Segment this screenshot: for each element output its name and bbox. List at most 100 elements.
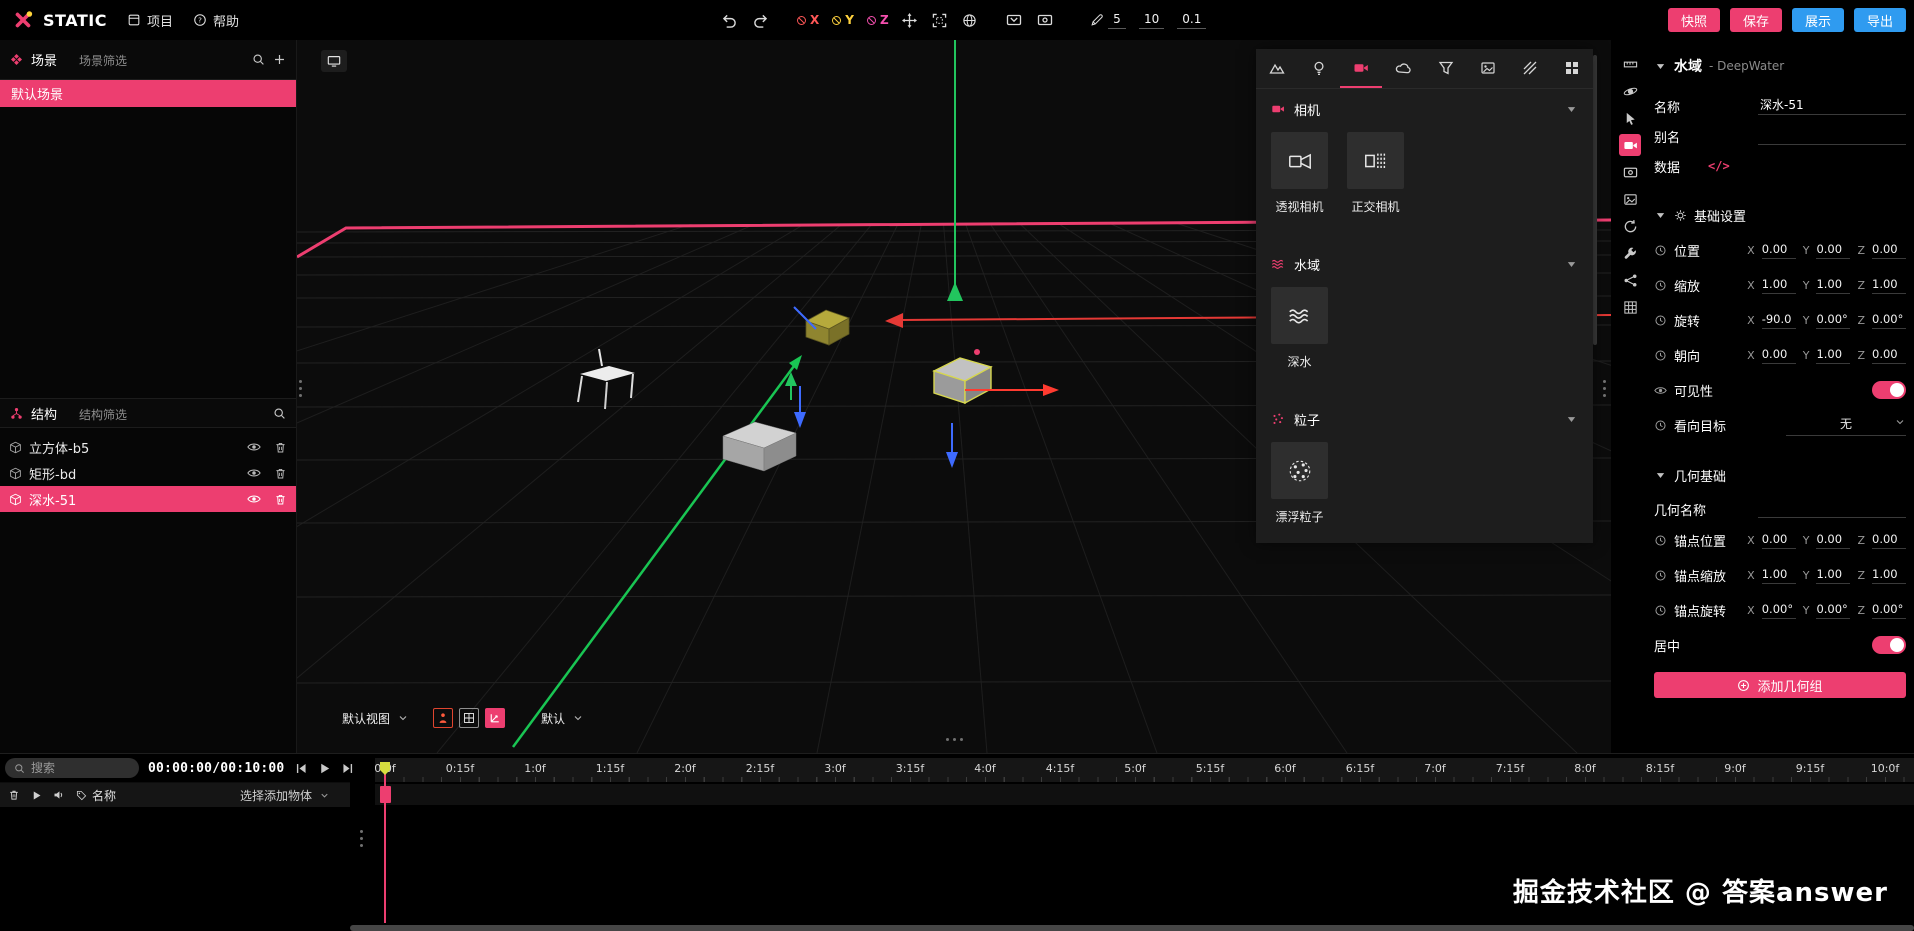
anchor-scale-x-value[interactable]: 1.00 bbox=[1761, 567, 1796, 584]
tab-weather-icon[interactable] bbox=[1382, 49, 1424, 88]
timeline-track[interactable] bbox=[375, 784, 1914, 805]
view-select[interactable]: 默认视图 bbox=[342, 710, 409, 727]
play-track-icon[interactable] bbox=[31, 790, 42, 801]
globe-tool-icon[interactable] bbox=[962, 13, 977, 28]
collapse-icon[interactable] bbox=[1654, 469, 1667, 482]
timeline-search[interactable] bbox=[5, 758, 139, 778]
move-tool-icon[interactable] bbox=[902, 13, 917, 28]
volume-icon[interactable] bbox=[53, 789, 65, 801]
cursor-icon[interactable] bbox=[1619, 107, 1641, 129]
anchor-position-y-value[interactable]: 0.00 bbox=[1816, 532, 1851, 549]
right-resize-handle[interactable] bbox=[1603, 380, 1606, 397]
direction-y-value[interactable]: 1.00 bbox=[1816, 347, 1851, 364]
library-item-ortho-camera[interactable]: 正交相机 bbox=[1347, 132, 1404, 215]
structure-item-rect[interactable]: 矩形-bd bbox=[0, 460, 296, 486]
screenshot-icon[interactable] bbox=[1619, 161, 1641, 183]
timeline-search-input[interactable] bbox=[31, 761, 130, 775]
measure-icon[interactable] bbox=[1619, 53, 1641, 75]
visibility-toggle-icon[interactable] bbox=[247, 466, 261, 480]
snapshot-button[interactable]: 快照 bbox=[1667, 8, 1720, 32]
section-collapse-icon[interactable] bbox=[1565, 258, 1578, 271]
delete-icon[interactable] bbox=[274, 441, 287, 454]
scale-z-value[interactable]: 1.00 bbox=[1872, 277, 1906, 294]
rotation-y-value[interactable]: 0.00° bbox=[1816, 312, 1851, 329]
center-toggle[interactable] bbox=[1872, 636, 1906, 654]
screen-fit-icon[interactable] bbox=[1006, 12, 1022, 28]
structure-search-icon[interactable] bbox=[273, 407, 286, 420]
pen-tool-icon[interactable] bbox=[1090, 13, 1104, 27]
name-field[interactable] bbox=[1758, 97, 1906, 115]
structure-item-cube[interactable]: 立方体-b5 bbox=[0, 434, 296, 460]
screen-record-icon[interactable] bbox=[1037, 12, 1053, 28]
scene-filter-input[interactable] bbox=[79, 54, 244, 68]
export-button[interactable]: 导出 bbox=[1853, 8, 1906, 32]
grid-icon[interactable] bbox=[1619, 296, 1641, 318]
scale-x-value[interactable]: 1.00 bbox=[1761, 277, 1796, 294]
tab-media-icon[interactable] bbox=[1467, 49, 1509, 88]
geometry-name-field[interactable] bbox=[1758, 500, 1906, 518]
delete-track-icon[interactable] bbox=[8, 789, 20, 801]
position-z-value[interactable]: 0.00 bbox=[1872, 242, 1906, 259]
undo-button[interactable] bbox=[722, 13, 737, 28]
add-scene-button[interactable] bbox=[273, 53, 286, 66]
menu-project[interactable]: 项目 bbox=[127, 11, 173, 30]
code-editor-icon[interactable]: </> bbox=[1708, 159, 1730, 173]
sidebar-resize-handle[interactable] bbox=[299, 380, 302, 397]
grid-mode-button[interactable] bbox=[459, 708, 480, 728]
preset-select[interactable]: 默认 bbox=[541, 710, 584, 727]
share-icon[interactable] bbox=[1619, 269, 1641, 291]
prev-frame-button[interactable] bbox=[295, 762, 308, 775]
section-collapse-icon[interactable] bbox=[1565, 103, 1578, 116]
image-icon[interactable] bbox=[1619, 188, 1641, 210]
library-item-perspective-camera[interactable]: 透视相机 bbox=[1271, 132, 1328, 215]
tab-components-icon[interactable] bbox=[1551, 49, 1593, 88]
frame-tool-icon[interactable] bbox=[932, 13, 947, 28]
snap-scale-value[interactable]: 0.1 bbox=[1177, 12, 1207, 29]
anchor-rotation-y-value[interactable]: 0.00° bbox=[1816, 602, 1851, 619]
anchor-scale-z-value[interactable]: 1.00 bbox=[1872, 567, 1906, 584]
visibility-toggle-icon[interactable] bbox=[247, 440, 261, 454]
present-button[interactable]: 展示 bbox=[1791, 8, 1844, 32]
wrench-icon[interactable] bbox=[1619, 242, 1641, 264]
tab-terrain-icon[interactable] bbox=[1256, 49, 1298, 88]
refresh-icon[interactable] bbox=[1619, 215, 1641, 237]
direction-z-value[interactable]: 0.00 bbox=[1872, 347, 1906, 364]
viewport-display-button[interactable] bbox=[321, 50, 347, 72]
camera-tool-icon[interactable] bbox=[1619, 134, 1641, 156]
delete-icon[interactable] bbox=[274, 493, 287, 506]
play-button[interactable] bbox=[318, 762, 331, 775]
axes-mode-button[interactable] bbox=[485, 708, 506, 728]
tab-material-icon[interactable] bbox=[1509, 49, 1551, 88]
scene-item-default[interactable]: 默认场景 bbox=[0, 80, 296, 107]
collapse-icon[interactable] bbox=[1654, 209, 1667, 222]
axis-y-toggle[interactable]: Y bbox=[831, 13, 854, 27]
tab-filter-icon[interactable] bbox=[1425, 49, 1467, 88]
anchor-scale-y-value[interactable]: 1.00 bbox=[1816, 567, 1851, 584]
save-button[interactable]: 保存 bbox=[1729, 8, 1782, 32]
direction-x-value[interactable]: 0.00 bbox=[1761, 347, 1796, 364]
tab-camera-icon[interactable] bbox=[1340, 49, 1383, 88]
add-geometry-group-button[interactable]: 添加几何组 bbox=[1654, 672, 1906, 698]
structure-item-deepwater[interactable]: 深水-51 bbox=[0, 486, 296, 512]
timeline-resize-handle[interactable] bbox=[946, 738, 963, 741]
library-item-floating-particles[interactable]: 漂浮粒子 bbox=[1271, 442, 1328, 525]
axis-z-toggle[interactable]: Z bbox=[866, 13, 889, 27]
delete-icon[interactable] bbox=[274, 467, 287, 480]
anchor-position-z-value[interactable]: 0.00 bbox=[1872, 532, 1906, 549]
section-collapse-icon[interactable] bbox=[1565, 413, 1578, 426]
rotation-z-value[interactable]: 0.00° bbox=[1872, 312, 1906, 329]
next-frame-button[interactable] bbox=[341, 762, 354, 775]
timeline-ruler[interactable]: 0:0f 0:15f 1:0f 1:15f 2:0f 2:15f 3:0f 3:… bbox=[375, 758, 1914, 782]
anchor-rotation-x-value[interactable]: 0.00° bbox=[1761, 602, 1796, 619]
add-object-select[interactable]: 选择添加物体 bbox=[240, 787, 330, 804]
snap-move-value[interactable]: 5 bbox=[1108, 12, 1126, 29]
anchor-rotation-z-value[interactable]: 0.00° bbox=[1872, 602, 1906, 619]
alias-field[interactable] bbox=[1758, 127, 1906, 145]
timeline-left-resize-handle[interactable] bbox=[360, 830, 363, 847]
position-y-value[interactable]: 0.00 bbox=[1816, 242, 1851, 259]
collapse-icon[interactable] bbox=[1654, 60, 1667, 73]
library-item-deepwater[interactable]: 深水 bbox=[1271, 287, 1328, 370]
structure-filter-input[interactable] bbox=[79, 407, 265, 422]
anchor-position-x-value[interactable]: 0.00 bbox=[1761, 532, 1796, 549]
position-x-value[interactable]: 0.00 bbox=[1761, 242, 1796, 259]
